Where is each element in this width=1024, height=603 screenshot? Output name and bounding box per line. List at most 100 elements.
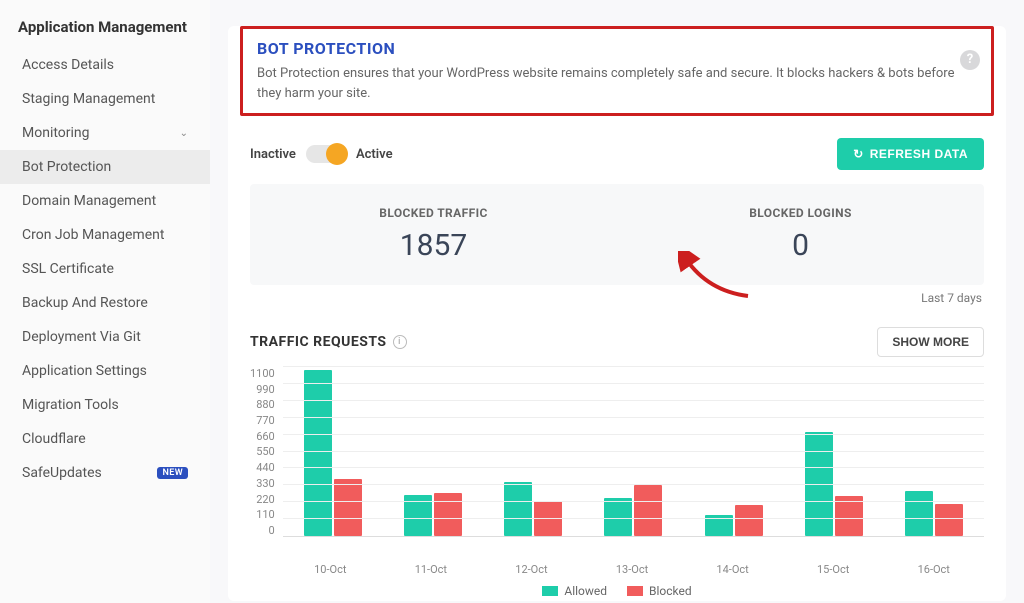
status-toggle-group: Inactive Active bbox=[250, 145, 393, 163]
show-more-button[interactable]: SHOW MORE bbox=[877, 327, 984, 357]
bar-group bbox=[583, 367, 683, 536]
sidebar-item-label: SSL Certificate bbox=[22, 261, 114, 277]
sidebar-item-domain-management[interactable]: Domain Management bbox=[0, 184, 210, 218]
new-badge: NEW bbox=[157, 467, 188, 479]
sidebar-item-label: SafeUpdates bbox=[22, 465, 102, 481]
toggle-label-inactive: Inactive bbox=[250, 147, 296, 162]
swatch-blocked bbox=[627, 586, 643, 596]
y-tick: 220 bbox=[250, 493, 275, 506]
chart-legend: Allowed Blocked bbox=[250, 576, 984, 598]
toggle-label-active: Active bbox=[356, 147, 393, 162]
refresh-label: REFRESH DATA bbox=[870, 147, 968, 161]
chevron-down-icon: ⌄ bbox=[180, 128, 188, 139]
page-title: BOT PROTECTION bbox=[257, 39, 977, 58]
stat-value: 0 bbox=[617, 228, 984, 263]
sidebar-item-label: Access Details bbox=[22, 57, 114, 73]
bar-group bbox=[483, 367, 583, 536]
info-icon[interactable]: i bbox=[393, 335, 407, 349]
y-tick: 1100 bbox=[250, 367, 275, 380]
y-tick: 990 bbox=[250, 383, 275, 396]
bar-group bbox=[683, 367, 783, 536]
sidebar-item-label: Deployment Via Git bbox=[22, 329, 141, 345]
refresh-icon: ↻ bbox=[853, 147, 864, 161]
chart-title: TRAFFIC REQUESTS i bbox=[250, 334, 407, 350]
bar-allowed bbox=[905, 491, 933, 536]
bar-allowed bbox=[304, 370, 332, 536]
bar-blocked bbox=[735, 505, 763, 536]
x-tick: 13-Oct bbox=[582, 557, 683, 576]
sidebar-item-label: Cloudflare bbox=[22, 431, 86, 447]
header-highlight-box: BOT PROTECTION Bot Protection ensures th… bbox=[240, 26, 994, 116]
period-label: Last 7 days bbox=[228, 285, 1006, 305]
y-tick: 330 bbox=[250, 477, 275, 490]
bar-group bbox=[383, 367, 483, 536]
sidebar-title: Application Management bbox=[0, 10, 210, 48]
help-icon[interactable]: ? bbox=[960, 50, 980, 70]
y-tick: 770 bbox=[250, 414, 275, 427]
bar-group bbox=[884, 367, 984, 536]
bar-blocked bbox=[434, 493, 462, 536]
legend-label: Blocked bbox=[649, 584, 692, 598]
page-description: Bot Protection ensures that your WordPre… bbox=[257, 64, 977, 103]
refresh-data-button[interactable]: ↻ REFRESH DATA bbox=[837, 138, 984, 170]
y-tick: 880 bbox=[250, 398, 275, 411]
status-toggle[interactable] bbox=[306, 145, 346, 163]
chart-y-axis: 11009908807706605504403302201100 bbox=[250, 367, 283, 537]
main-content: ? BOT PROTECTION Bot Protection ensures … bbox=[210, 0, 1024, 603]
bar-blocked bbox=[634, 485, 662, 536]
sidebar-item-label: Monitoring bbox=[22, 125, 90, 141]
bar-group bbox=[283, 367, 383, 536]
sidebar-item-bot-protection[interactable]: Bot Protection bbox=[0, 150, 210, 184]
stats-box: BLOCKED TRAFFIC 1857 BLOCKED LOGINS 0 bbox=[250, 184, 984, 285]
panel: ? BOT PROTECTION Bot Protection ensures … bbox=[228, 26, 1006, 601]
x-tick: 10-Oct bbox=[280, 557, 381, 576]
sidebar-item-access-details[interactable]: Access Details bbox=[0, 48, 210, 82]
y-tick: 660 bbox=[250, 430, 275, 443]
legend-item-allowed: Allowed bbox=[542, 584, 607, 598]
bar-allowed bbox=[604, 498, 632, 536]
bar-allowed bbox=[504, 482, 532, 536]
stat-label: BLOCKED TRAFFIC bbox=[250, 206, 617, 220]
swatch-allowed bbox=[542, 586, 558, 596]
sidebar-item-staging-management[interactable]: Staging Management bbox=[0, 82, 210, 116]
stat-blocked-traffic: BLOCKED TRAFFIC 1857 bbox=[250, 206, 617, 263]
x-tick: 16-Oct bbox=[883, 557, 984, 576]
y-tick: 110 bbox=[250, 508, 275, 521]
chart-title-text: TRAFFIC REQUESTS bbox=[250, 334, 387, 350]
sidebar-item-label: Cron Job Management bbox=[22, 227, 164, 243]
y-tick: 0 bbox=[250, 524, 275, 537]
chart-x-axis: 10-Oct11-Oct12-Oct13-Oct14-Oct15-Oct16-O… bbox=[280, 557, 984, 576]
traffic-requests-chart: 11009908807706605504403302201100 10-Oct1… bbox=[228, 367, 1006, 598]
toggle-knob bbox=[326, 143, 348, 165]
x-tick: 11-Oct bbox=[381, 557, 482, 576]
sidebar-item-monitoring[interactable]: Monitoring ⌄ bbox=[0, 116, 210, 150]
sidebar-item-label: Bot Protection bbox=[22, 159, 111, 175]
bar-blocked bbox=[935, 504, 963, 536]
sidebar-item-application-settings[interactable]: Application Settings bbox=[0, 354, 210, 388]
sidebar-item-cron-job-management[interactable]: Cron Job Management bbox=[0, 218, 210, 252]
bar-group bbox=[784, 367, 884, 536]
chart-plot bbox=[283, 367, 984, 537]
sidebar-item-label: Staging Management bbox=[22, 91, 155, 107]
sidebar-item-label: Domain Management bbox=[22, 193, 156, 209]
sidebar: Application Management Access Details Sta… bbox=[0, 0, 210, 603]
sidebar-item-backup-and-restore[interactable]: Backup And Restore bbox=[0, 286, 210, 320]
y-tick: 440 bbox=[250, 461, 275, 474]
stat-label: BLOCKED LOGINS bbox=[617, 206, 984, 220]
sidebar-item-deployment-via-git[interactable]: Deployment Via Git bbox=[0, 320, 210, 354]
sidebar-item-migration-tools[interactable]: Migration Tools bbox=[0, 388, 210, 422]
sidebar-item-label: Migration Tools bbox=[22, 397, 119, 413]
x-tick: 14-Oct bbox=[682, 557, 783, 576]
sidebar-item-ssl-certificate[interactable]: SSL Certificate bbox=[0, 252, 210, 286]
stat-blocked-logins: BLOCKED LOGINS 0 bbox=[617, 206, 984, 263]
x-tick: 12-Oct bbox=[481, 557, 582, 576]
legend-item-blocked: Blocked bbox=[627, 584, 692, 598]
bar-blocked bbox=[334, 479, 362, 536]
sidebar-item-label: Backup And Restore bbox=[22, 295, 148, 311]
stat-value: 1857 bbox=[250, 228, 617, 263]
sidebar-item-safeupdates[interactable]: SafeUpdates NEW bbox=[0, 456, 210, 490]
y-tick: 550 bbox=[250, 445, 275, 458]
legend-label: Allowed bbox=[564, 584, 607, 598]
sidebar-item-label: Application Settings bbox=[22, 363, 147, 379]
sidebar-item-cloudflare[interactable]: Cloudflare bbox=[0, 422, 210, 456]
